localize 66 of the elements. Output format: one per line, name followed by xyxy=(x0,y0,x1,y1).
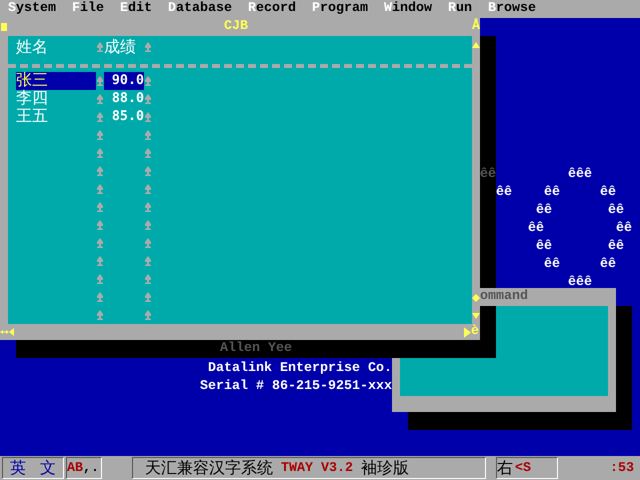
clock-text: :53 xyxy=(610,460,634,476)
logo-text: êê êê xyxy=(534,239,624,254)
scroll-right-icon[interactable] xyxy=(464,326,471,338)
menu-item[interactable]: System xyxy=(8,1,56,17)
logo-text: êêê xyxy=(566,275,592,290)
credit-text: Serial # 86-215-9251-xxx xyxy=(199,378,392,396)
field-separator-icon xyxy=(96,220,104,230)
field-separator-icon xyxy=(96,42,104,52)
field-separator-icon xyxy=(144,148,152,158)
menu-item[interactable]: Edit xyxy=(120,1,152,17)
table-cell[interactable]: 张三 xyxy=(16,72,96,90)
field-separator-icon xyxy=(96,130,104,140)
field-separator-icon xyxy=(96,256,104,266)
field-separator-icon xyxy=(144,274,152,284)
field-separator-icon xyxy=(144,166,152,176)
field-separator-icon xyxy=(144,292,152,302)
field-separator-icon xyxy=(144,94,152,104)
field-separator-icon xyxy=(144,202,152,212)
field-separator-icon xyxy=(144,42,152,52)
shadow-text: Allen Yee xyxy=(220,341,292,356)
scroll-thumb-icon[interactable] xyxy=(472,294,480,302)
punct-mode-label[interactable]: ,. xyxy=(83,460,99,476)
field-separator-icon xyxy=(96,166,104,176)
position-label: 右 xyxy=(497,458,513,478)
field-separator-icon xyxy=(96,238,104,248)
logo-text: êê êê xyxy=(526,221,632,236)
window-title: ommand xyxy=(480,288,529,306)
edition-label: 袖珍版 xyxy=(360,458,409,478)
menu-item[interactable]: File xyxy=(72,1,104,17)
field-separator-icon xyxy=(96,148,104,158)
field-separator-icon xyxy=(96,274,104,284)
version-label: TWAY V3.2 xyxy=(281,460,353,476)
field-separator-icon xyxy=(144,130,152,140)
menu-item[interactable]: Run xyxy=(448,1,472,17)
field-separator-icon xyxy=(96,76,104,86)
menu-item[interactable]: Database xyxy=(168,1,232,17)
menu-item[interactable]: Program xyxy=(312,1,368,17)
field-separator-icon xyxy=(144,184,152,194)
field-separator-icon xyxy=(96,94,104,104)
table-cell[interactable]: 90.0 xyxy=(104,72,144,90)
field-separator-icon xyxy=(144,112,152,122)
field-separator-icon xyxy=(96,202,104,212)
logo-text: êê êê xyxy=(534,203,624,218)
field-separator-icon xyxy=(144,310,152,320)
system-name: 天汇兼容汉字系统 xyxy=(145,458,273,478)
field-separator-icon xyxy=(96,184,104,194)
field-separator-icon xyxy=(96,292,104,302)
scroll-down-icon[interactable] xyxy=(472,312,480,320)
window-title: CJB xyxy=(224,18,248,36)
resize-arrows-icon[interactable] xyxy=(0,328,14,336)
scroll-up-icon[interactable] xyxy=(472,41,480,49)
logo-text: êê êê êê xyxy=(494,185,616,200)
field-separator-icon xyxy=(144,256,152,266)
field-separator-icon xyxy=(144,238,152,248)
menu-item[interactable]: Browse xyxy=(488,1,536,17)
position-code: <S xyxy=(515,460,531,476)
field-separator-icon xyxy=(144,220,152,230)
logo-text: êêê xyxy=(566,167,592,182)
field-separator-icon xyxy=(144,76,152,86)
logo-text: êê êê xyxy=(542,257,616,272)
logo-text: êê xyxy=(480,167,496,182)
field-separator-icon xyxy=(96,310,104,320)
credit-text: Datalink Enterprise Co. xyxy=(207,360,392,378)
menu-item[interactable]: Window xyxy=(384,1,432,17)
menu-item[interactable]: Record xyxy=(248,1,296,17)
field-separator-icon xyxy=(96,112,104,122)
